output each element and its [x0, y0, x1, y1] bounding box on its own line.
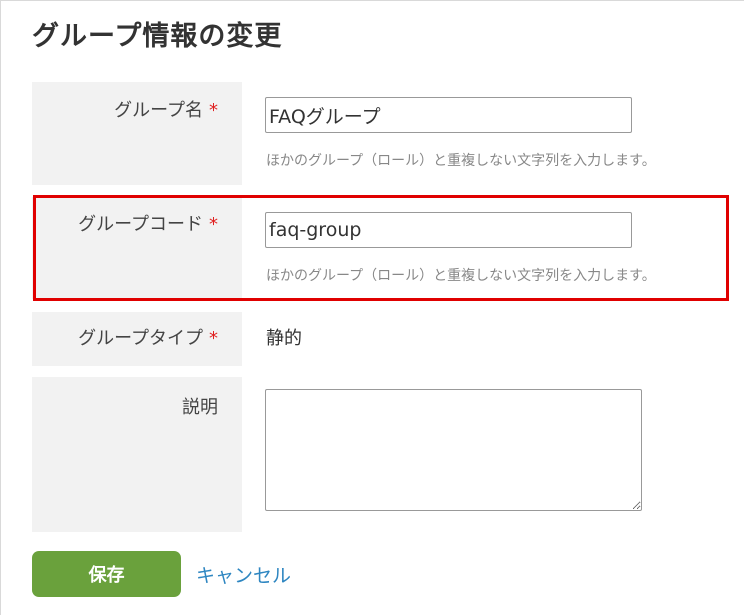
group-type-label: グループタイプ — [78, 328, 203, 349]
group-name-label: グループ名 — [114, 100, 203, 121]
cancel-link[interactable]: キャンセル — [196, 561, 291, 588]
group-name-label-cell: グループ名 * — [32, 82, 242, 185]
save-button[interactable]: 保存 — [32, 551, 181, 597]
required-mark: * — [209, 328, 218, 349]
description-label-cell: 説明 — [32, 377, 242, 532]
group-name-hint: ほかのグループ（ロール）と重複しない文字列を入力します。 — [266, 153, 656, 169]
group-type-value: 静的 — [266, 328, 302, 349]
group-code-highlight-box — [33, 195, 729, 301]
description-textarea[interactable] — [265, 389, 642, 511]
required-mark: * — [209, 100, 218, 121]
description-label: 説明 — [182, 397, 218, 418]
group-type-label-cell: グループタイプ * — [32, 312, 242, 366]
page-title: グループ情報の変更 — [32, 21, 283, 52]
group-name-input[interactable] — [265, 97, 632, 133]
